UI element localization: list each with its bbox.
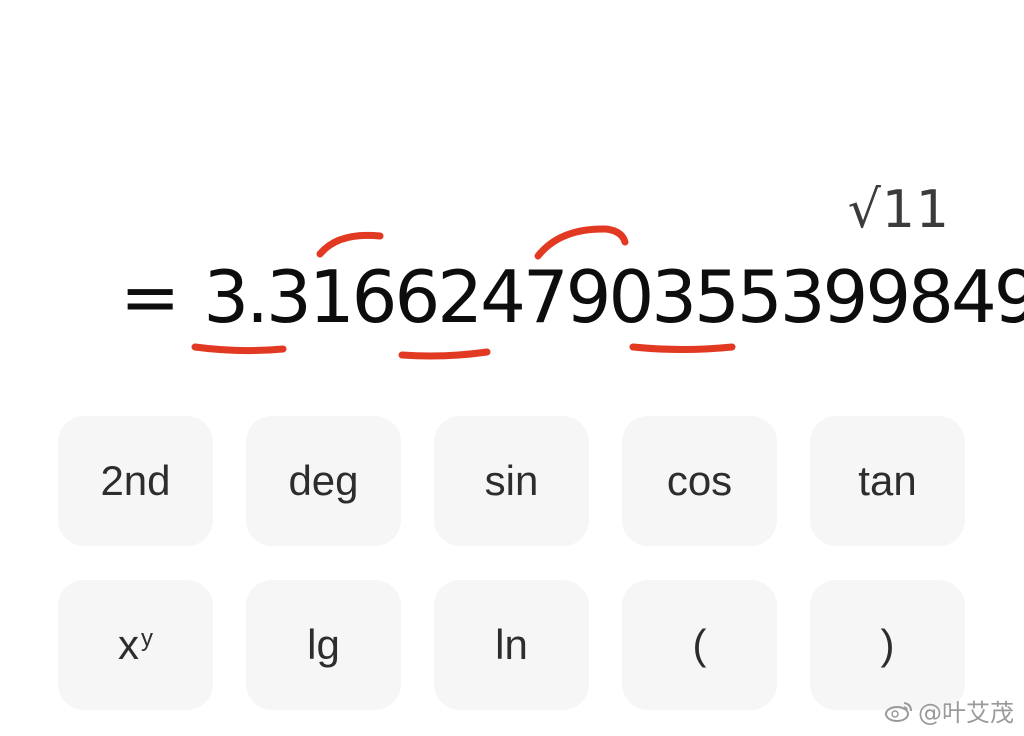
key-sin[interactable]: sin (434, 416, 589, 546)
underline-mark-2 (398, 348, 491, 360)
key-close-paren[interactable]: ) (810, 580, 965, 710)
key-ln[interactable]: ln (434, 580, 589, 710)
key-deg[interactable]: deg (246, 416, 401, 546)
key-cos[interactable]: cos (622, 416, 777, 546)
key-power[interactable]: xy (58, 580, 213, 710)
underline-mark-1 (191, 343, 287, 355)
watermark-text: @叶艾茂 (918, 699, 1014, 727)
weibo-icon (885, 701, 912, 722)
key-open-paren[interactable]: ( (622, 580, 777, 710)
result-display: = 3.316624790355399849 (120, 252, 1024, 342)
result-value: 3.316624790355399849 (203, 255, 1024, 339)
expression-display: √11 (847, 180, 950, 240)
equals-sign: = (120, 255, 180, 339)
underline-mark-3 (629, 343, 736, 353)
key-2nd[interactable]: 2nd (58, 416, 213, 546)
key-tan[interactable]: tan (810, 416, 965, 546)
watermark: @叶艾茂 (884, 693, 1014, 728)
key-lg[interactable]: lg (246, 580, 401, 710)
